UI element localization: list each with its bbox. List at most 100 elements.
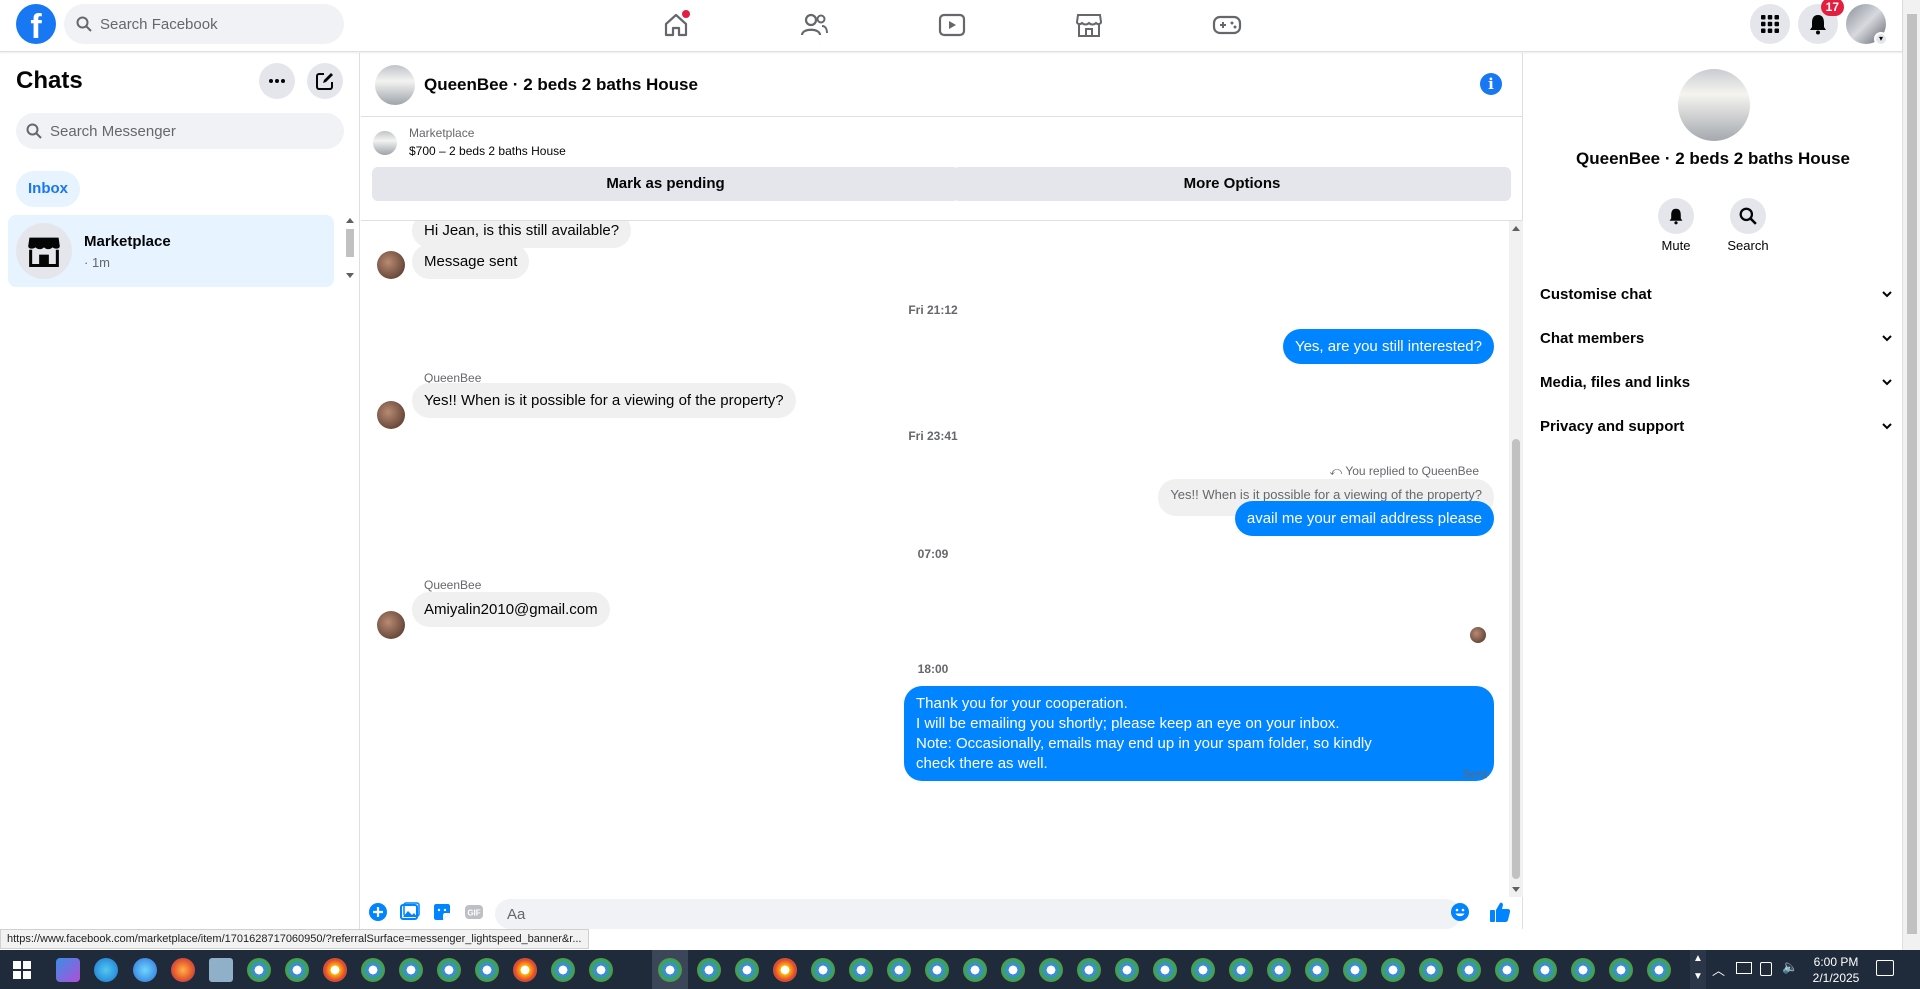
chrome-profile-icon[interactable] [1191, 958, 1215, 982]
chrome-profile-icon[interactable] [361, 958, 385, 982]
search-action[interactable]: Search [1718, 198, 1778, 253]
menu-button[interactable] [1750, 4, 1790, 44]
chrome-profile-icon[interactable] [323, 958, 347, 982]
chrome-profile-icon[interactable] [285, 958, 309, 982]
media-files-links-row[interactable]: Media, files and links [1540, 365, 1894, 401]
chat-members-row[interactable]: Chat members [1540, 321, 1894, 357]
sender-avatar[interactable] [377, 611, 405, 639]
incoming-message[interactable]: Message sent [412, 244, 530, 279]
messenger-search[interactable] [16, 113, 344, 149]
chrome-profile-icon[interactable] [399, 958, 423, 982]
like-button[interactable] [1489, 901, 1511, 923]
chrome-profile-icon[interactable] [589, 958, 613, 982]
nav-friends[interactable] [794, 8, 834, 42]
listing-profile-picture[interactable] [1678, 69, 1750, 141]
facebook-search-input[interactable] [100, 15, 320, 33]
nav-marketplace[interactable] [1069, 8, 1109, 42]
chrome-profile-icon[interactable] [925, 958, 949, 982]
chrome-profile-icon[interactable] [475, 958, 499, 982]
sender-avatar[interactable] [377, 251, 405, 279]
listing-summary[interactable]: $700 – 2 beds 2 baths House [409, 144, 566, 158]
new-message-button[interactable] [307, 63, 343, 99]
nav-home[interactable] [656, 8, 696, 42]
system-clock[interactable]: 6:00 PM 2/1/2025 [1796, 954, 1876, 986]
nav-gaming[interactable] [1207, 8, 1247, 42]
nav-video[interactable] [932, 8, 972, 42]
gif-button[interactable]: GIF [463, 901, 485, 923]
message-input[interactable] [495, 899, 1395, 929]
action-center-icon[interactable] [1876, 960, 1894, 976]
attach-photo-button[interactable] [399, 901, 421, 923]
conversation-title[interactable]: QueenBee · 2 beds 2 baths House [424, 75, 698, 95]
tray-chevron-icon[interactable]: ︿ [1712, 960, 1725, 979]
chrome-profile-icon[interactable] [735, 958, 759, 982]
account-chevron-icon[interactable]: ▾ [1874, 32, 1888, 46]
chrome-profile-icon[interactable] [1115, 958, 1139, 982]
chrome-profile-icon[interactable] [1305, 958, 1329, 982]
privacy-support-row[interactable]: Privacy and support [1540, 409, 1894, 445]
inbox-filter-tab[interactable]: Inbox [16, 171, 80, 207]
chrome-profile-icon[interactable] [1647, 958, 1671, 982]
taskbar-scroll-arrows[interactable]: ▲ ▼ [1690, 950, 1706, 989]
chrome-profile-icon[interactable] [773, 958, 797, 982]
chrome-profile-icon[interactable] [811, 958, 835, 982]
mute-button[interactable] [1658, 198, 1694, 234]
chrome-profile-icon[interactable] [697, 958, 721, 982]
outgoing-message[interactable]: avail me your email address please [1234, 501, 1494, 536]
facebook-logo[interactable]: f [16, 4, 56, 44]
search-conversation-button[interactable] [1730, 198, 1766, 234]
chrome-profile-icon[interactable] [1419, 958, 1443, 982]
info-icon[interactable]: i [1480, 73, 1502, 95]
chrome-profile-icon[interactable] [1153, 958, 1177, 982]
customise-chat-row[interactable]: Customise chat [1540, 277, 1894, 313]
chrome-profile-icon[interactable] [1609, 958, 1633, 982]
outgoing-message-multiline[interactable]: Thank you for your cooperation. I will b… [904, 686, 1494, 781]
chrome-profile-icon[interactable] [1533, 958, 1557, 982]
chrome-profile-icon[interactable] [247, 958, 271, 982]
chrome-profile-icon[interactable] [1267, 958, 1291, 982]
page-scrollbar[interactable] [1902, 0, 1920, 950]
windows-start-icon[interactable] [13, 961, 31, 979]
chrome-profile-icon[interactable] [1571, 958, 1595, 982]
more-actions-button[interactable] [367, 901, 389, 923]
chrome-active-icon[interactable] [658, 958, 682, 982]
chat-list-item[interactable]: Marketplace · 1m [8, 215, 334, 287]
chrome-profile-icon[interactable] [887, 958, 911, 982]
thread-scrollbar-thumb[interactable] [1512, 439, 1520, 879]
more-options-button[interactable]: More Options [953, 167, 1511, 201]
file-icon[interactable] [209, 958, 233, 982]
chrome-profile-icon[interactable] [1039, 958, 1063, 982]
thread-scrollbar[interactable] [1509, 221, 1523, 897]
chrome-profile-icon[interactable] [1457, 958, 1481, 982]
chat-list-scrollbar[interactable] [343, 215, 357, 281]
chrome-profile-icon[interactable] [513, 958, 537, 982]
mark-as-pending-button[interactable]: Mark as pending [372, 167, 959, 201]
chrome-profile-icon[interactable] [1381, 958, 1405, 982]
page-scrollbar-thumb[interactable] [1907, 14, 1917, 934]
mute-action[interactable]: Mute [1646, 198, 1706, 253]
chrome-profile-icon[interactable] [963, 958, 987, 982]
outgoing-message[interactable]: Yes, are you still interested? [1282, 329, 1494, 364]
sticker-button[interactable] [431, 901, 453, 923]
chrome-profile-icon[interactable] [1077, 958, 1101, 982]
edge-icon[interactable] [94, 958, 118, 982]
chrome-profile-icon[interactable] [1229, 958, 1253, 982]
sender-avatar[interactable] [377, 401, 405, 429]
chrome-profile-icon[interactable] [849, 958, 873, 982]
chrome-profile-icon[interactable] [1001, 958, 1025, 982]
incoming-message[interactable]: Yes!! When is it possible for a viewing … [412, 383, 796, 418]
browser-icon[interactable] [133, 958, 157, 982]
message-input-box[interactable] [495, 899, 1461, 929]
messenger-search-input[interactable] [50, 122, 270, 140]
emoji-button[interactable] [1449, 901, 1471, 923]
chrome-profile-icon[interactable] [1495, 958, 1519, 982]
firefox-icon[interactable] [171, 958, 195, 982]
network-icon[interactable] [1736, 962, 1752, 974]
chrome-profile-icon[interactable] [1343, 958, 1367, 982]
listing-thumbnail[interactable] [375, 65, 415, 105]
facebook-search[interactable] [64, 4, 344, 44]
app-icon[interactable] [56, 958, 80, 982]
incoming-message[interactable]: Amiyalin2010@gmail.com [412, 592, 610, 627]
chrome-profile-icon[interactable] [551, 958, 575, 982]
chrome-profile-icon[interactable] [437, 958, 461, 982]
